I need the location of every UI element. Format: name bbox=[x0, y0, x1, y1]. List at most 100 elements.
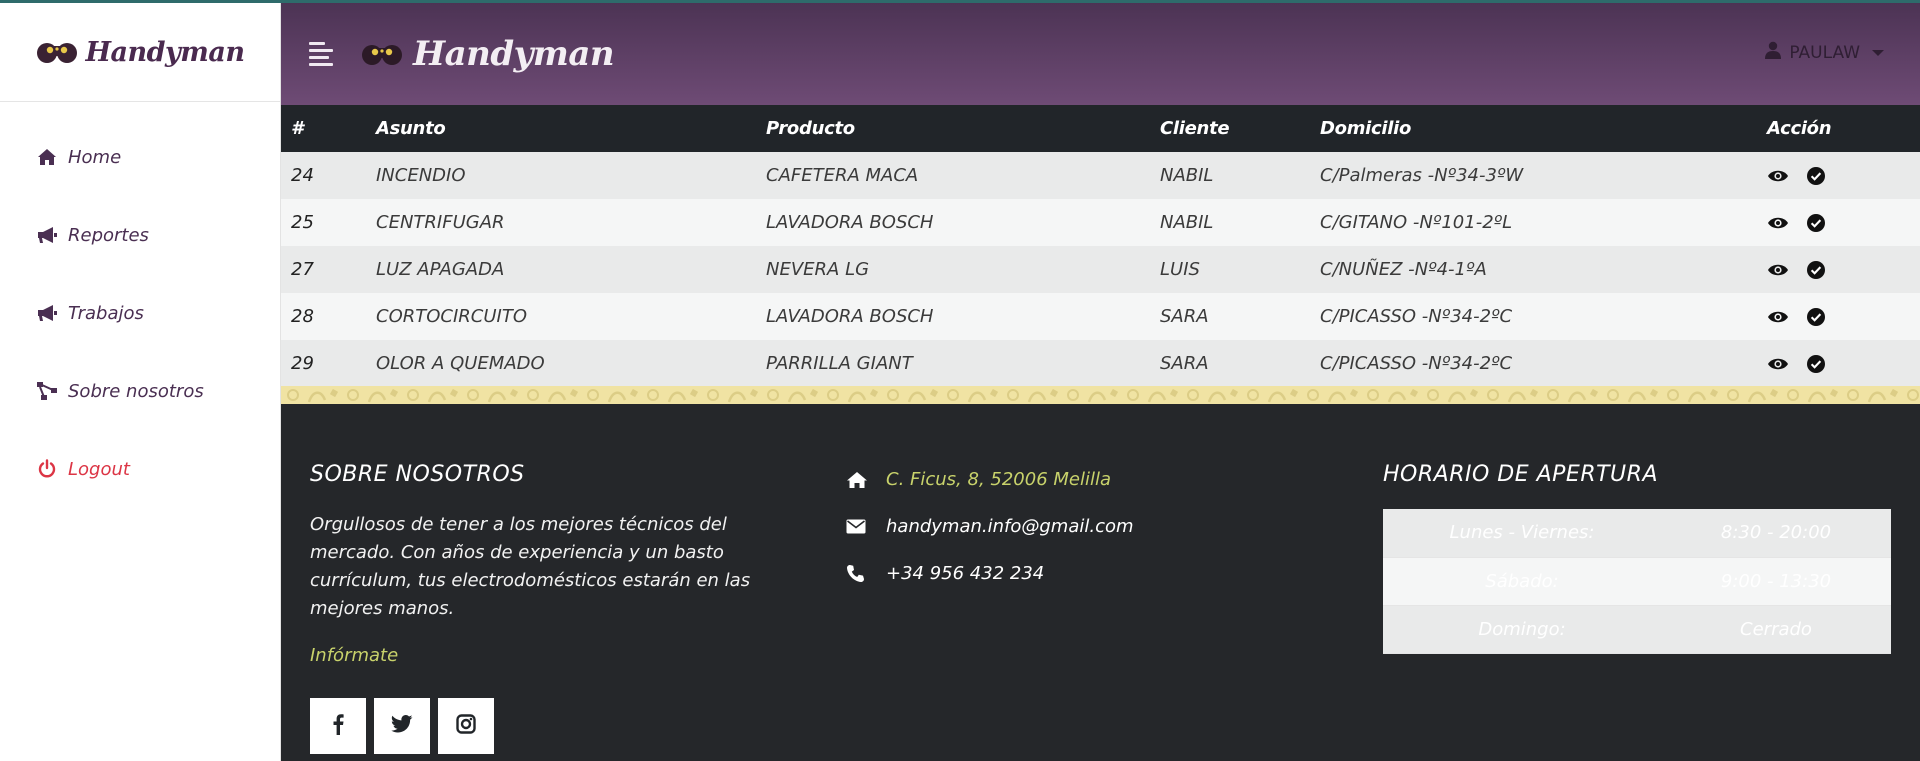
table-header-row: # Asunto Producto Cliente Domicilio Acci… bbox=[281, 105, 1920, 152]
footer-about-text: Orgullosos de tener a los mejores técnic… bbox=[310, 514, 751, 619]
instagram-button[interactable] bbox=[438, 698, 494, 754]
megaphone-icon bbox=[36, 302, 58, 324]
column-header: Acción bbox=[1757, 105, 1920, 152]
cell-domicilio: C/NUÑEZ -Nº4-1ºA bbox=[1320, 259, 1487, 280]
header-brand-name: Handyman bbox=[413, 34, 615, 74]
facebook-icon bbox=[332, 713, 344, 739]
hours-time: 8:30 - 20:00 bbox=[1661, 509, 1891, 558]
cell-producto: LAVADORA BOSCH bbox=[766, 306, 934, 327]
footer-hours-title: HORARIO DE APERTURA bbox=[1383, 462, 1658, 487]
sidebar-item-label: Sobre nosotros bbox=[68, 380, 204, 402]
cell-cliente: SARA bbox=[1160, 353, 1209, 374]
cell-asunto: CORTOCIRCUITO bbox=[376, 306, 528, 327]
table-row: 24 INCENDIO CAFETERA MACA NABIL C/Palmer… bbox=[281, 152, 1920, 199]
view-eye-icon[interactable] bbox=[1767, 353, 1789, 375]
check-circle-icon[interactable] bbox=[1805, 165, 1827, 187]
cell-actions bbox=[1757, 246, 1920, 293]
hours-time: Cerrado bbox=[1661, 605, 1891, 654]
home-icon bbox=[846, 471, 872, 489]
sidebar-brand[interactable]: Handyman bbox=[0, 3, 280, 102]
cell-cliente: NABIL bbox=[1160, 165, 1214, 186]
contact-email: handyman.info@gmail.com bbox=[846, 503, 1246, 550]
learn-more-link[interactable]: Infórmate bbox=[310, 645, 810, 666]
sidebar: Handyman Home Reportes Trabajos Sobre no… bbox=[0, 3, 281, 761]
cell-domicilio: C/PICASSO -Nº34-2ºC bbox=[1320, 353, 1513, 374]
power-icon bbox=[36, 458, 58, 480]
sidebar-item-logout[interactable]: Logout bbox=[0, 430, 280, 508]
cell-id: 28 bbox=[291, 306, 314, 327]
check-circle-icon[interactable] bbox=[1805, 212, 1827, 234]
instagram-icon bbox=[456, 714, 476, 738]
twitter-button[interactable] bbox=[374, 698, 430, 754]
sidebar-item-reportes[interactable]: Reportes bbox=[0, 196, 280, 274]
cell-cliente: SARA bbox=[1160, 306, 1209, 327]
cell-id: 25 bbox=[291, 212, 314, 233]
cell-domicilio: C/GITANO -Nº101-2ºL bbox=[1320, 212, 1513, 233]
column-header: Cliente bbox=[1150, 105, 1310, 152]
cell-actions bbox=[1757, 199, 1920, 246]
cell-actions bbox=[1757, 293, 1920, 340]
view-eye-icon[interactable] bbox=[1767, 259, 1789, 281]
cell-producto: CAFETERA MACA bbox=[766, 165, 919, 186]
cell-actions bbox=[1757, 340, 1920, 387]
table-row: 25 CENTRIFUGAR LAVADORA BOSCH NABIL C/GI… bbox=[281, 199, 1920, 246]
hours-table: Lunes - Viernes: 8:30 - 20:00 Sábado: 9:… bbox=[1383, 509, 1891, 654]
user-name: PAULAW bbox=[1789, 42, 1860, 63]
contact-address: C. Ficus, 8, 52006 Melilla bbox=[846, 456, 1246, 503]
view-eye-icon[interactable] bbox=[1767, 165, 1789, 187]
cell-cliente: NABIL bbox=[1160, 212, 1214, 233]
table-row: 28 CORTOCIRCUITO LAVADORA BOSCH SARA C/P… bbox=[281, 293, 1920, 340]
sidebar-item-sobre-nosotros[interactable]: Sobre nosotros bbox=[0, 352, 280, 430]
cell-asunto: CENTRIFUGAR bbox=[376, 212, 505, 233]
sidebar-item-home[interactable]: Home bbox=[0, 118, 280, 196]
column-header: # bbox=[281, 105, 366, 152]
sidebar-item-trabajos[interactable]: Trabajos bbox=[0, 274, 280, 352]
sidebar-brand-name: Handyman bbox=[85, 36, 245, 68]
table-row: 27 LUZ APAGADA NEVERA LG LUIS C/NUÑEZ -N… bbox=[281, 246, 1920, 293]
decorative-pattern-band bbox=[281, 386, 1920, 404]
contact-phone-text: +34 956 432 234 bbox=[886, 563, 1045, 584]
cell-domicilio: C/PICASSO -Nº34-2ºC bbox=[1320, 306, 1513, 327]
network-icon bbox=[36, 380, 58, 402]
sidebar-item-label: Trabajos bbox=[68, 302, 144, 324]
cell-asunto: INCENDIO bbox=[376, 165, 466, 186]
social-links bbox=[310, 698, 810, 754]
table-row: 29 OLOR A QUEMADO PARRILLA GIANT SARA C/… bbox=[281, 340, 1920, 387]
twitter-icon bbox=[391, 715, 413, 737]
sidebar-item-label: Reportes bbox=[68, 224, 149, 246]
menu-toggle-icon[interactable] bbox=[309, 42, 337, 66]
facebook-button[interactable] bbox=[310, 698, 366, 754]
cell-asunto: LUZ APAGADA bbox=[376, 259, 505, 280]
contact-address-text: C. Ficus, 8, 52006 Melilla bbox=[886, 469, 1112, 490]
reports-table: # Asunto Producto Cliente Domicilio Acci… bbox=[281, 105, 1920, 387]
cell-producto: LAVADORA BOSCH bbox=[766, 212, 934, 233]
envelope-icon bbox=[846, 519, 872, 534]
reports-table-container: # Asunto Producto Cliente Domicilio Acci… bbox=[281, 105, 1920, 387]
hours-row: Domingo: Cerrado bbox=[1383, 605, 1891, 654]
view-eye-icon[interactable] bbox=[1767, 306, 1789, 328]
contact-email-text[interactable]: handyman.info@gmail.com bbox=[886, 516, 1134, 537]
hours-row: Sábado: 9:00 - 13:30 bbox=[1383, 557, 1891, 606]
chevron-down-icon bbox=[1872, 49, 1884, 56]
view-eye-icon[interactable] bbox=[1767, 212, 1789, 234]
cell-id: 29 bbox=[291, 353, 314, 374]
top-header: Handyman PAULAW bbox=[281, 3, 1920, 105]
phone-icon bbox=[846, 564, 872, 583]
megaphone-icon bbox=[36, 224, 58, 246]
cell-actions bbox=[1757, 152, 1920, 199]
column-header: Asunto bbox=[366, 105, 756, 152]
header-brand[interactable]: Handyman bbox=[361, 34, 615, 74]
cell-id: 24 bbox=[291, 165, 314, 186]
hours-day: Lunes - Viernes: bbox=[1383, 509, 1661, 558]
check-circle-icon[interactable] bbox=[1805, 259, 1827, 281]
hours-row: Lunes - Viernes: 8:30 - 20:00 bbox=[1383, 509, 1891, 558]
column-header: Producto bbox=[756, 105, 1150, 152]
hours-day: Domingo: bbox=[1383, 605, 1661, 654]
check-circle-icon[interactable] bbox=[1805, 306, 1827, 328]
sidebar-item-label: Logout bbox=[68, 458, 130, 480]
sidebar-item-label: Home bbox=[68, 146, 122, 168]
user-dropdown[interactable]: PAULAW bbox=[1765, 41, 1884, 64]
home-icon bbox=[36, 146, 58, 168]
hours-time: 9:00 - 13:30 bbox=[1661, 557, 1891, 606]
check-circle-icon[interactable] bbox=[1805, 353, 1827, 375]
